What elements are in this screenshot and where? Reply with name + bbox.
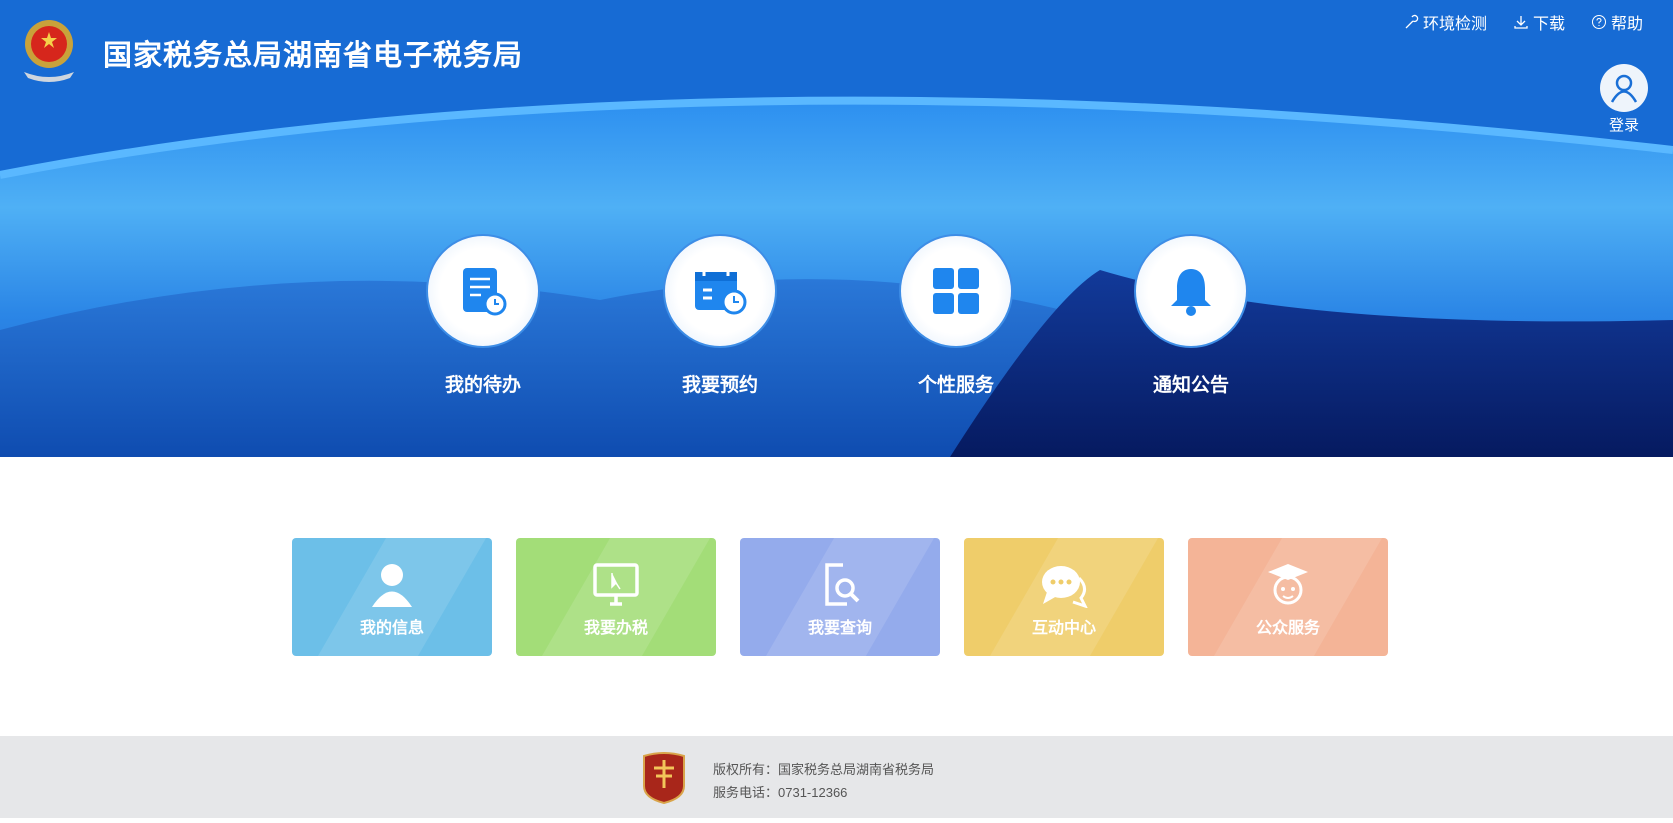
card-interaction[interactable]: 互动中心 [964,538,1164,656]
link-label: 环境检测 [1422,16,1487,33]
link-label: 帮助 [1610,16,1643,33]
help-icon [1591,15,1606,29]
tax-emblem-logo [24,20,74,82]
todo-icon [463,268,507,316]
card-my-info[interactable]: 我的信息 [292,538,492,656]
monitor-icon [593,563,639,606]
service-phone-text: 服务电话：0731-12366 [713,785,848,800]
party-emblem-logo [643,752,685,804]
user-icon [372,564,412,607]
wrench-icon [1405,14,1419,29]
grid-icon [933,268,979,314]
quick-personal-service[interactable]: 个性服务 [881,234,1031,397]
card-label: 公众服务 [1255,620,1320,637]
copyright-text: 版权所有：国家税务总局湖南省税务局 [713,762,935,777]
env-check-link[interactable]: 环境检测 [1403,10,1487,34]
login-button[interactable]: 登录 [1598,64,1650,135]
chat-bubble-icon [1042,566,1088,608]
card-query[interactable]: 我要查询 [740,538,940,656]
calendar-icon [695,268,747,315]
bell-icon [1171,269,1211,316]
quick-label: 我的待办 [444,375,521,396]
card-label: 我要办税 [583,620,648,637]
card-label: 互动中心 [1031,620,1096,637]
card-label: 我的信息 [359,620,424,637]
download-link[interactable]: 下载 [1513,10,1565,34]
quick-notices[interactable]: 通知公告 [1116,234,1266,397]
quick-label: 我要预约 [681,375,758,396]
quick-my-todo[interactable]: 我的待办 [408,234,558,397]
header-banner: 国家税务总局湖南省电子税务局 环境检测 下载 帮助 登录 我的待办 我要预约 个… [0,0,1673,457]
login-label: 登录 [1608,117,1639,134]
footer: 版权所有：国家税务总局湖南省税务局 服务电话：0731-12366 [0,736,1673,818]
search-document-icon [825,563,860,606]
card-public-service[interactable]: 公众服务 [1188,538,1388,656]
graduate-icon [1268,564,1308,605]
page-title: 国家税务总局湖南省电子税务局 [103,40,524,72]
quick-appointment[interactable]: 我要预约 [645,234,795,397]
download-icon [1514,16,1528,29]
quick-label: 通知公告 [1152,375,1229,396]
quick-label: 个性服务 [917,375,994,396]
card-label: 我要查询 [807,620,872,637]
user-icon [1610,74,1638,103]
help-link[interactable]: 帮助 [1591,10,1643,34]
link-label: 下载 [1532,16,1565,33]
card-tax-handling[interactable]: 我要办税 [516,538,716,656]
